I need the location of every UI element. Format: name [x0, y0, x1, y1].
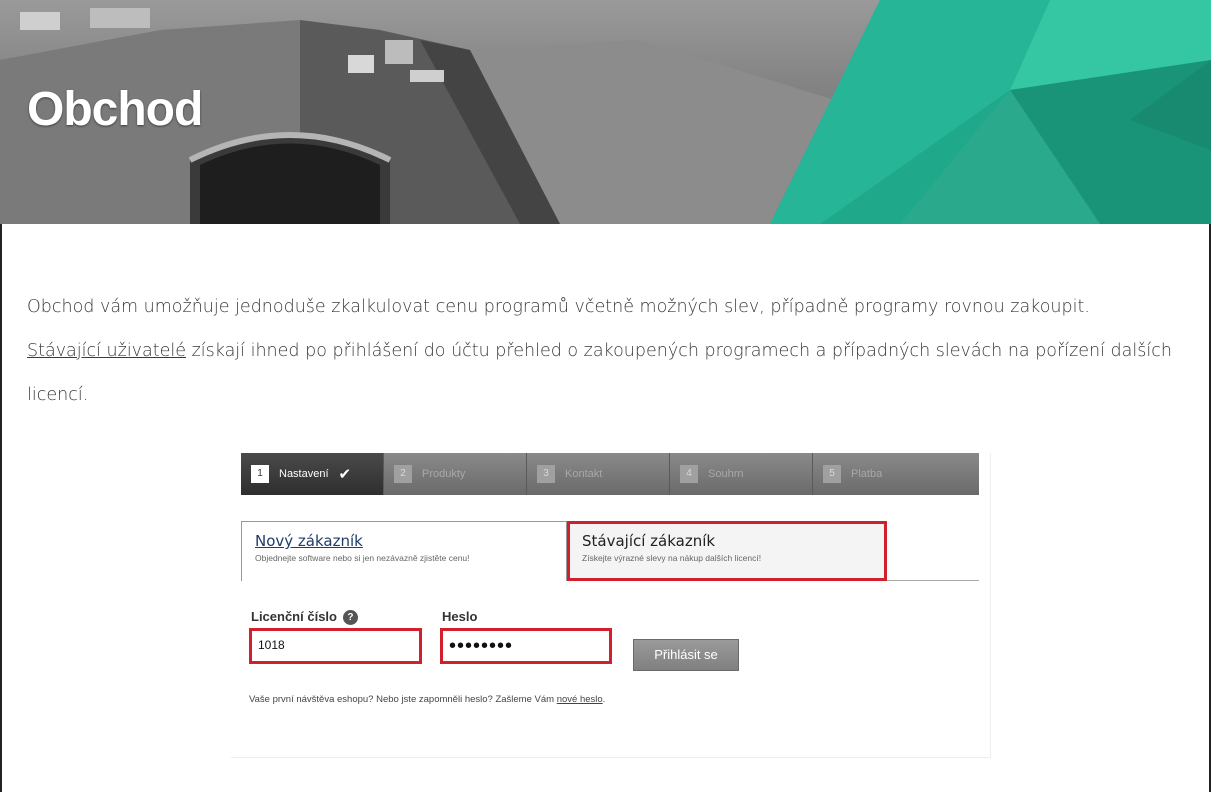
- tab-subtitle: Objednejte software nebo si jen nezávazn…: [255, 553, 470, 563]
- tab-title: Stávající zákazník: [582, 532, 716, 550]
- step-settings[interactable]: 1 Nastavení ✔: [241, 453, 384, 495]
- new-password-link[interactable]: nové heslo: [557, 694, 603, 705]
- login-button[interactable]: Přihlásit se: [633, 639, 739, 671]
- note-end: .: [602, 694, 606, 705]
- step-number: 2: [394, 465, 412, 483]
- tab-existing-customer[interactable]: Stávající zákazník Získejte výrazné slev…: [567, 521, 887, 581]
- license-label-text: Licenční číslo: [251, 609, 337, 624]
- step-label: Souhrn: [708, 468, 744, 480]
- hero-banner: Obchod: [0, 0, 1211, 224]
- page-title: Obchod: [27, 83, 203, 136]
- step-label: Kontakt: [565, 468, 603, 480]
- step-payment: 5 Platba: [813, 453, 956, 495]
- existing-users-link[interactable]: Stávající uživatelé: [27, 341, 186, 361]
- step-label: Platba: [851, 468, 883, 480]
- tab-subtitle: Získejte výrazné slevy na nákup dalších …: [582, 553, 762, 563]
- customer-tabs: Nový zákazník Objednejte software nebo s…: [241, 521, 979, 581]
- password-label: Heslo: [442, 609, 478, 624]
- step-contact: 3 Kontakt: [527, 453, 670, 495]
- step-label: Nastavení: [279, 468, 329, 480]
- tab-new-customer[interactable]: Nový zákazník Objednejte software nebo s…: [241, 521, 567, 581]
- step-number: 5: [823, 465, 841, 483]
- step-products: 2 Produkty: [384, 453, 527, 495]
- checkout-steps: 1 Nastavení ✔ 2 Produkty 3 Kontakt 4 Sou…: [241, 453, 979, 495]
- step-number: 4: [680, 465, 698, 483]
- step-number: 3: [537, 465, 555, 483]
- check-icon: ✔: [338, 466, 352, 483]
- tab-title: Nový zákazník: [255, 532, 363, 550]
- note-text: Vaše první návštěva eshopu? Nebo jste za…: [249, 694, 557, 705]
- intro-line1: Obchod vám umožňuje jednoduše zkalkulova…: [27, 297, 1090, 317]
- help-icon[interactable]: ?: [342, 610, 358, 626]
- intro-text: Obchod vám umožňuje jednoduše zkalkulova…: [27, 285, 1197, 417]
- license-number-input[interactable]: 1018: [249, 628, 422, 664]
- step-label: Produkty: [422, 468, 466, 480]
- step-number: 1: [251, 465, 269, 483]
- intro-line2: získají ihned po přihlášení do účtu přeh…: [27, 341, 1172, 405]
- license-label: Licenční číslo?: [251, 609, 358, 626]
- step-summary: 4 Souhrn: [670, 453, 813, 495]
- password-input[interactable]: ••••••••: [440, 628, 612, 664]
- forgot-password-note: Vaše první návštěva eshopu? Nebo jste za…: [249, 694, 605, 705]
- shop-widget: 1 Nastavení ✔ 2 Produkty 3 Kontakt 4 Sou…: [231, 453, 991, 758]
